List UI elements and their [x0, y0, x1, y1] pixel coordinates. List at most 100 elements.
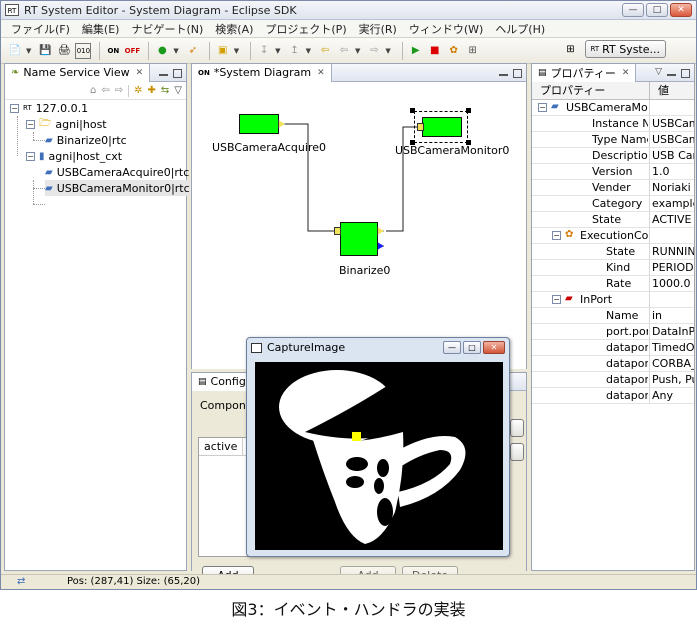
menu-run[interactable]: 実行(R)	[353, 21, 403, 37]
last-edit-icon[interactable]: ⇦	[317, 43, 333, 59]
component-usbcamera-monitor[interactable]	[422, 117, 462, 137]
new-icon[interactable]: 📄	[7, 43, 23, 59]
close-tab-icon[interactable]: ✕	[317, 68, 325, 78]
collapse-icon[interactable]: −	[26, 151, 35, 161]
column-active[interactable]: active	[199, 438, 244, 455]
print-icon[interactable]: 🖨	[56, 43, 72, 59]
component-usbcamera-acquire[interactable]	[239, 114, 279, 134]
tab-properties[interactable]: ▤ プロパティー ✕	[532, 63, 637, 82]
close-tab-icon[interactable]: ✕	[622, 68, 630, 78]
view-menu-icon[interactable]: ▽	[174, 85, 182, 96]
capture-image-window[interactable]: CaptureImage — □ ✕	[246, 337, 510, 557]
property-row[interactable]: Version 1.0	[532, 164, 694, 180]
close-tab-icon[interactable]: ✕	[136, 68, 144, 78]
property-row[interactable]: dataport.da Push, Pu	[532, 372, 694, 388]
forward-icon[interactable]: ⇨	[115, 85, 123, 96]
tree-item-binarize[interactable]: ▰ Binarize0|rtc	[45, 132, 127, 148]
capture-maximize-button[interactable]: □	[463, 341, 481, 354]
green-flag-icon[interactable]: ▶	[408, 43, 424, 59]
property-row[interactable]: State ACTIVE	[532, 212, 694, 228]
property-row[interactable]: − ▰ InPort	[532, 292, 694, 308]
menu-help[interactable]: ヘルプ(H)	[489, 21, 551, 37]
minimize-view-icon[interactable]	[667, 74, 676, 76]
next-annotation-icon[interactable]: ↧	[256, 43, 272, 59]
menu-edit[interactable]: 編集(E)	[76, 21, 126, 37]
gears-icon[interactable]: ✿	[446, 43, 462, 59]
tree-item-agni-host-cxt[interactable]: − ▮ agni|host_cxt	[26, 148, 122, 164]
collapse-icon[interactable]: −	[26, 119, 35, 129]
collapse-icon[interactable]: −	[538, 103, 547, 112]
component-binarize[interactable]	[340, 222, 378, 256]
red-stop-icon[interactable]: ■	[427, 43, 443, 59]
column-property[interactable]: プロパティー	[532, 82, 650, 99]
view-menu-icon[interactable]: ▽	[655, 67, 662, 78]
tab-system-diagram[interactable]: ON *System Diagram ✕	[192, 63, 332, 82]
back-icon[interactable]: ⇦	[101, 85, 109, 96]
selection-handle[interactable]	[466, 108, 471, 113]
menu-file[interactable]: ファイル(F)	[5, 21, 76, 37]
rt-system-perspective-button[interactable]: RT RT Syste...	[584, 40, 666, 58]
link-icon[interactable]: ⇆	[161, 85, 169, 96]
save-icon[interactable]: 💾	[37, 43, 53, 59]
home-icon[interactable]: ⌂	[90, 85, 96, 96]
collapse-icon[interactable]: −	[10, 103, 19, 113]
maximize-button[interactable]: □	[646, 3, 668, 17]
tree-item-agni-host[interactable]: − 🗁 agni|host	[26, 116, 107, 132]
property-row[interactable]: Kind PERIODI	[532, 260, 694, 276]
inport-icon[interactable]	[334, 227, 341, 235]
maximize-view-icon[interactable]	[681, 69, 690, 78]
menu-window[interactable]: ウィンドウ(W)	[403, 21, 489, 37]
on-icon[interactable]: ON	[105, 43, 121, 59]
new-dropdown-icon[interactable]: ▼	[26, 47, 31, 55]
minimize-view-icon[interactable]	[159, 74, 168, 76]
menu-navigate[interactable]: ナビゲート(N)	[125, 21, 209, 37]
forward-icon[interactable]: ⇨	[366, 43, 382, 59]
property-row[interactable]: port.port_ty DataInPo	[532, 324, 694, 340]
back-icon[interactable]: ⇦	[336, 43, 352, 59]
apply-button[interactable]	[510, 419, 524, 437]
menu-project[interactable]: プロジェクト(P)	[259, 21, 352, 37]
minimize-view-icon[interactable]	[499, 74, 508, 76]
maximize-view-icon[interactable]	[173, 69, 182, 78]
open-perspective-icon[interactable]: ⊞	[563, 41, 579, 57]
tree-item-usbcamera-acquire[interactable]: ▰ USBCameraAcquire0|rtc	[45, 164, 189, 180]
diagram-canvas[interactable]: USBCameraAcquire0 USBCameraMonitor0 Bina…	[192, 82, 526, 369]
property-row[interactable]: −✿ ExecutionConte	[532, 228, 694, 244]
folder-icon[interactable]: ▣	[215, 43, 231, 59]
property-row[interactable]: State RUNNIN	[532, 244, 694, 260]
property-row[interactable]: Name in	[532, 308, 694, 324]
capture-minimize-button[interactable]: —	[443, 341, 461, 354]
run-icon[interactable]: ●	[154, 43, 170, 59]
column-value[interactable]: 値	[650, 82, 669, 99]
folder-dropdown-icon[interactable]: ▼	[234, 47, 239, 55]
inport-icon[interactable]	[417, 123, 424, 131]
forward-dropdown-icon[interactable]: ▼	[385, 47, 390, 55]
property-row[interactable]: Rate 1000.0	[532, 276, 694, 292]
capture-close-button[interactable]: ✕	[483, 341, 505, 354]
menu-search[interactable]: 検索(A)	[209, 21, 259, 37]
rocket-icon[interactable]: ➶	[185, 43, 201, 59]
property-row[interactable]: −▰ USBCameraMonito	[532, 100, 694, 116]
prev-annotation-icon[interactable]: ↥	[287, 43, 303, 59]
collapse-icon[interactable]: −	[552, 231, 561, 240]
cancel-button[interactable]	[510, 443, 524, 461]
tree-item-host[interactable]: − RT 127.0.0.1	[10, 100, 88, 116]
grid-icon[interactable]: ⊞	[465, 43, 481, 59]
property-row[interactable]: Instance Name USBCam	[532, 116, 694, 132]
property-row[interactable]: dataport.int CORBA_	[532, 356, 694, 372]
property-row[interactable]: dataport.su Any	[532, 388, 694, 404]
off-icon[interactable]: OFF	[124, 43, 141, 59]
next-annotation-dropdown-icon[interactable]: ▼	[275, 47, 280, 55]
maximize-view-icon[interactable]	[513, 69, 522, 78]
collapse-icon[interactable]: −	[552, 295, 561, 304]
property-row[interactable]: Type Name USBCam	[532, 132, 694, 148]
tab-name-service-view[interactable]: ❧ Name Service View ✕	[5, 63, 151, 82]
back-dropdown-icon[interactable]: ▼	[355, 47, 360, 55]
run-dropdown-icon[interactable]: ▼	[173, 47, 178, 55]
close-button[interactable]: ✕	[670, 3, 692, 17]
property-row[interactable]: Description USB Car	[532, 148, 694, 164]
add-naming-icon[interactable]: ✚	[148, 85, 156, 96]
property-row[interactable]: Vender Noriaki A	[532, 180, 694, 196]
property-row[interactable]: Category example	[532, 196, 694, 212]
selection-handle[interactable]	[410, 108, 415, 113]
